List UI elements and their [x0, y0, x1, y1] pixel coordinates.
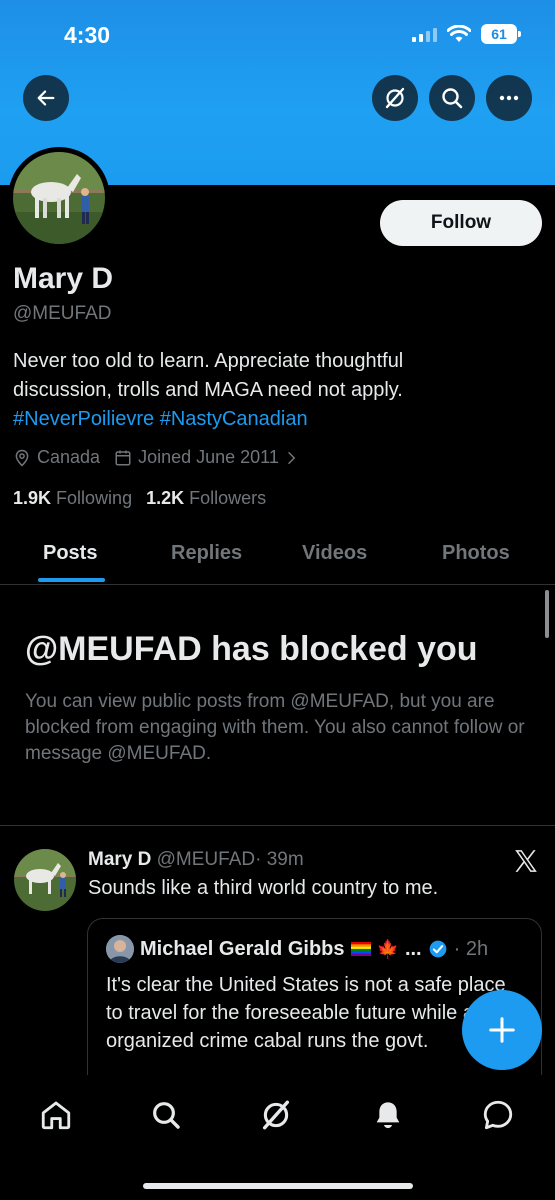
- hashtag-link[interactable]: #NeverPoilievre: [13, 408, 154, 430]
- calendar-icon: [115, 450, 131, 465]
- quote-time: · 2h: [453, 937, 489, 960]
- profile-avatar[interactable]: [8, 147, 110, 249]
- compose-button[interactable]: [462, 990, 542, 1070]
- post-text: Sounds like a third world country to me.: [88, 877, 439, 899]
- profile-meta: Canada Joined June 2011: [13, 447, 313, 468]
- home-icon: [41, 1101, 71, 1130]
- following-count[interactable]: 1.9K Following: [13, 488, 132, 509]
- nav-messages[interactable]: [480, 1097, 516, 1133]
- post-author[interactable]: Mary D: [88, 849, 151, 870]
- x-logo-icon: [515, 850, 537, 872]
- active-tab-indicator: [38, 578, 105, 582]
- blocked-message: You can view public posts from @MEUFAD, …: [25, 691, 525, 764]
- chevron-right-icon: [288, 451, 296, 464]
- rainbow-flag-icon: [350, 942, 371, 956]
- nav-home[interactable]: [38, 1097, 74, 1133]
- more-horizontal-icon: [499, 95, 519, 101]
- post-header: Mary D @MEUFAD· 39m: [88, 849, 304, 871]
- chat-bubble-icon: [483, 1100, 513, 1130]
- quote-author: Michael Gerald Gibbs: [140, 937, 345, 960]
- grok-icon: [262, 1100, 290, 1130]
- profile-bio: Never too old to learn. Appreciate thoug…: [13, 347, 533, 434]
- profile-photo: [13, 152, 105, 244]
- post-time: · 39m: [255, 849, 304, 870]
- tab-videos[interactable]: Videos: [302, 542, 367, 565]
- back-button[interactable]: [23, 75, 69, 121]
- hashtag-link[interactable]: #NastyCanadian: [160, 408, 308, 430]
- quote-ellipsis: ...: [404, 937, 422, 960]
- status-icons: 61: [412, 24, 521, 44]
- home-indicator: [143, 1183, 413, 1189]
- bottom-navigation: [0, 1075, 555, 1200]
- nav-notifications[interactable]: [370, 1097, 406, 1133]
- joined-text: Joined June 2011: [138, 447, 279, 467]
- status-time: 4:30: [64, 22, 111, 48]
- battery-indicator: 61: [481, 24, 521, 44]
- search-button[interactable]: [429, 75, 475, 121]
- tab-posts[interactable]: Posts: [43, 542, 97, 565]
- location-pin-icon: [15, 449, 29, 467]
- bell-icon: [376, 1102, 400, 1129]
- scrollbar[interactable]: [545, 590, 549, 638]
- post-handle: @MEUFAD: [156, 849, 256, 870]
- arrow-left-icon: [37, 90, 55, 106]
- grok-icon: [385, 87, 405, 109]
- grok-button[interactable]: [372, 75, 418, 121]
- quote-avatar: [106, 935, 134, 963]
- location: Canada: [13, 447, 100, 468]
- divider: [0, 825, 555, 826]
- search-icon: [153, 1102, 180, 1129]
- quote-header: Michael Gerald Gibbs 🍁 ... · 2h: [106, 935, 488, 963]
- plus-icon: [489, 1017, 515, 1043]
- tab-photos[interactable]: Photos: [442, 542, 510, 565]
- maple-leaf-icon: 🍁: [376, 938, 399, 959]
- search-icon: [442, 88, 463, 109]
- more-options-button[interactable]: [486, 75, 532, 121]
- nav-grok[interactable]: [258, 1097, 294, 1133]
- profile-name: Mary D: [13, 262, 114, 295]
- bio-hashtags: #NeverPoilievre #NastyCanadian: [13, 405, 533, 434]
- bio-line: discussion, trolls and MAGA need not app…: [13, 379, 403, 401]
- blocked-title: @MEUFAD has blocked you: [25, 630, 478, 668]
- bio-line: Never too old to learn. Appreciate thoug…: [13, 350, 404, 372]
- follow-counts: 1.9K Following 1.2K Followers: [13, 488, 266, 509]
- tab-replies[interactable]: Replies: [171, 542, 242, 565]
- profile-tabs: Posts Replies Videos Photos: [0, 530, 555, 585]
- cellular-signal-icon: [412, 26, 437, 42]
- profile-handle: @MEUFAD: [13, 303, 112, 324]
- verified-badge-icon: [429, 940, 446, 958]
- follow-button[interactable]: Follow: [380, 200, 542, 246]
- nav-search[interactable]: [148, 1097, 184, 1133]
- location-text: Canada: [37, 447, 101, 467]
- followers-count[interactable]: 1.2K Followers: [146, 488, 266, 509]
- joined-date[interactable]: Joined June 2011: [114, 447, 299, 468]
- post-avatar[interactable]: [14, 849, 76, 911]
- wifi-icon: [447, 25, 471, 42]
